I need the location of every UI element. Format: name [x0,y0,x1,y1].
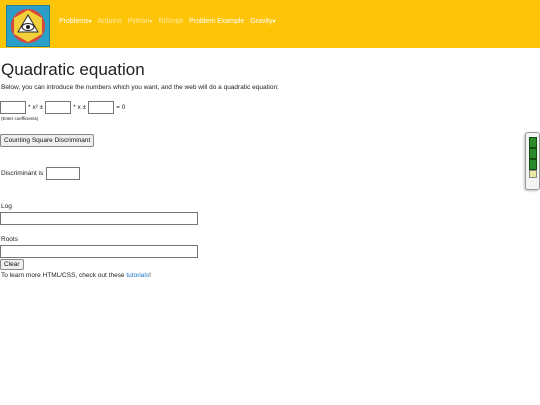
nav-item-label: RiScript [158,18,184,25]
coef-c-input[interactable] [88,101,115,114]
chevron-down-icon: ▾ [272,19,276,25]
x2-term-label: * x² ± [28,104,44,111]
nav-item-label: Problem Example [189,18,245,25]
coef-b-input[interactable] [45,101,72,114]
nav-item-label: Arduino [97,18,122,25]
roots-field[interactable] [0,245,198,258]
navbar: Problems▾ Arduino Python▾ RiScript Problem E… [0,0,540,48]
coef-a-input[interactable] [0,101,26,114]
log-label: Log [1,203,12,210]
nav-item-label: Problems [59,18,89,25]
equals-label: = 0 [116,104,126,111]
nav-item-problem-example[interactable]: Problem Example [189,18,244,25]
chevron-down-icon: ▾ [88,19,92,25]
green-status-icon [529,137,537,148]
discriminant-button[interactable]: Counting Square Discriminant [0,134,95,147]
x-term-label: * x ± [73,104,87,111]
site-logo[interactable] [6,5,50,47]
nav-item-riscript[interactable]: RiScript [159,18,184,25]
footer-end: ! [149,272,151,279]
chevron-down-icon: ▾ [149,19,153,25]
indicator-icon [529,170,537,178]
coefficient-row: * x² ± * x ± = 0 [0,101,127,114]
coefficients-hint: (Enter coefficients) [1,116,39,121]
roots-label: Roots [1,236,18,243]
nav-menu: Problems▾ Arduino Python▾ RiScript Problem E… [59,18,282,25]
nav-item-arduino[interactable]: Arduino [98,18,122,25]
log-field[interactable] [0,212,198,225]
footer-lead: To learn more HTML/CSS, check out these [1,272,127,279]
green-status-icon [529,159,537,170]
nav-item-problems[interactable]: Problems▾ [59,18,92,25]
page-title: Quadratic equation [1,60,145,79]
nav-item-label: Gravity [250,18,273,25]
side-widget[interactable] [525,132,540,190]
intro-text: Below, you can introduce the numbers whi… [1,84,279,91]
nav-item-python[interactable]: Python▾ [128,18,153,25]
nav-item-label: Python [127,18,150,25]
discriminant-field[interactable] [46,167,80,180]
nav-item-gravity[interactable]: Gravity▾ [250,18,275,25]
green-status-icon [529,148,537,159]
eye-in-triangle-logo-icon [11,9,45,43]
tutorials-link[interactable]: tutorials [126,272,149,279]
clear-button[interactable]: Clear [0,259,24,270]
footer-text: To learn more HTML/CSS, check out these … [1,272,151,279]
discriminant-label: Discriminant is [1,170,44,177]
